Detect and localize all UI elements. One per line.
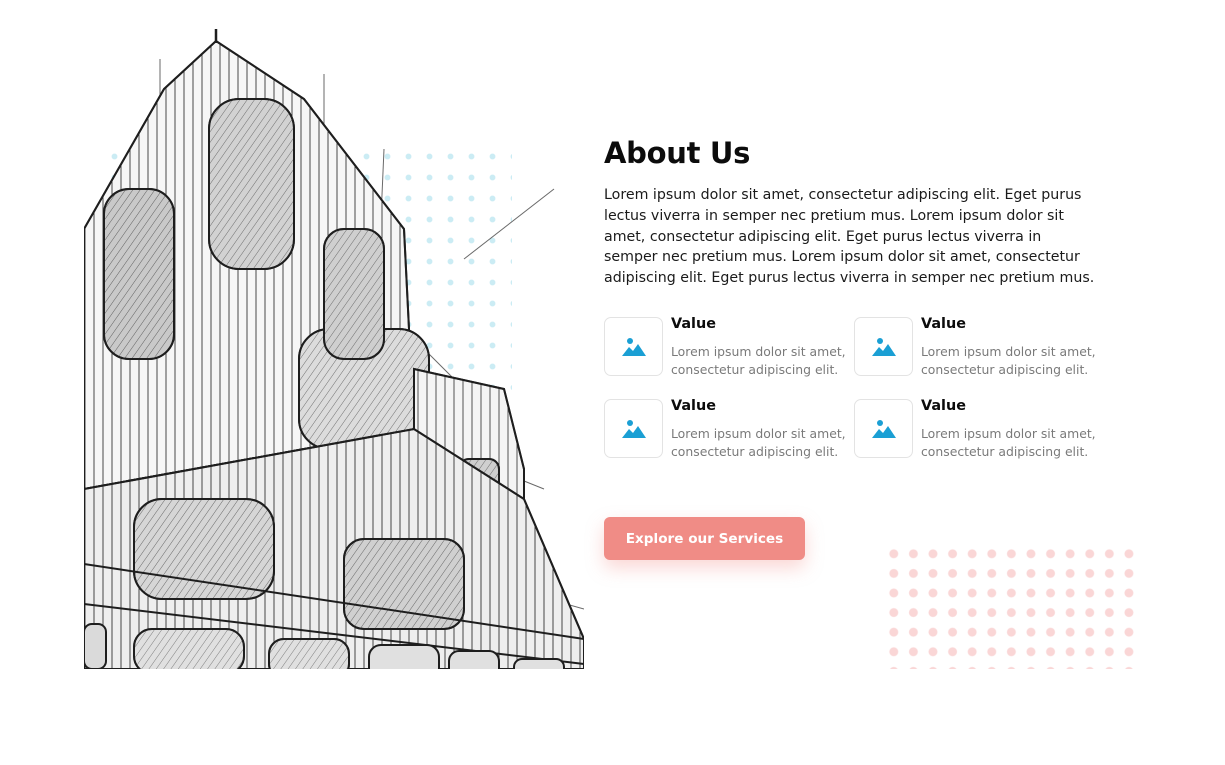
value-title: Value xyxy=(671,316,716,332)
about-title: About Us xyxy=(604,136,751,170)
value-icon-box xyxy=(854,399,913,458)
image-icon xyxy=(871,419,896,438)
value-card: Value Lorem ipsum dolor sit amet, consec… xyxy=(854,398,1099,460)
about-section: About Us Lorem ipsum dolor sit amet, con… xyxy=(604,136,1124,289)
image-icon xyxy=(621,419,646,438)
building-sketch-illustration xyxy=(84,29,584,669)
value-title: Value xyxy=(921,398,966,414)
value-card: Value Lorem ipsum dolor sit amet, consec… xyxy=(604,316,849,378)
value-icon-box xyxy=(604,399,663,458)
decorative-dot-pattern-pink xyxy=(884,544,1136,669)
value-description: Lorem ipsum dolor sit amet, consectetur … xyxy=(921,426,1096,459)
value-card: Value Lorem ipsum dolor sit amet, consec… xyxy=(604,398,849,460)
value-description: Lorem ipsum dolor sit amet, consectetur … xyxy=(671,426,846,459)
value-description: Lorem ipsum dolor sit amet, consectetur … xyxy=(671,344,846,377)
value-description: Lorem ipsum dolor sit amet, consectetur … xyxy=(921,344,1096,377)
value-icon-box xyxy=(604,317,663,376)
value-title: Value xyxy=(671,398,716,414)
value-icon-box xyxy=(854,317,913,376)
value-title: Value xyxy=(921,316,966,332)
explore-services-button[interactable]: Explore our Services xyxy=(604,517,805,560)
image-icon xyxy=(871,337,896,356)
about-description: Lorem ipsum dolor sit amet, consectetur … xyxy=(604,187,1095,287)
image-icon xyxy=(621,337,646,356)
value-card: Value Lorem ipsum dolor sit amet, consec… xyxy=(854,316,1099,378)
